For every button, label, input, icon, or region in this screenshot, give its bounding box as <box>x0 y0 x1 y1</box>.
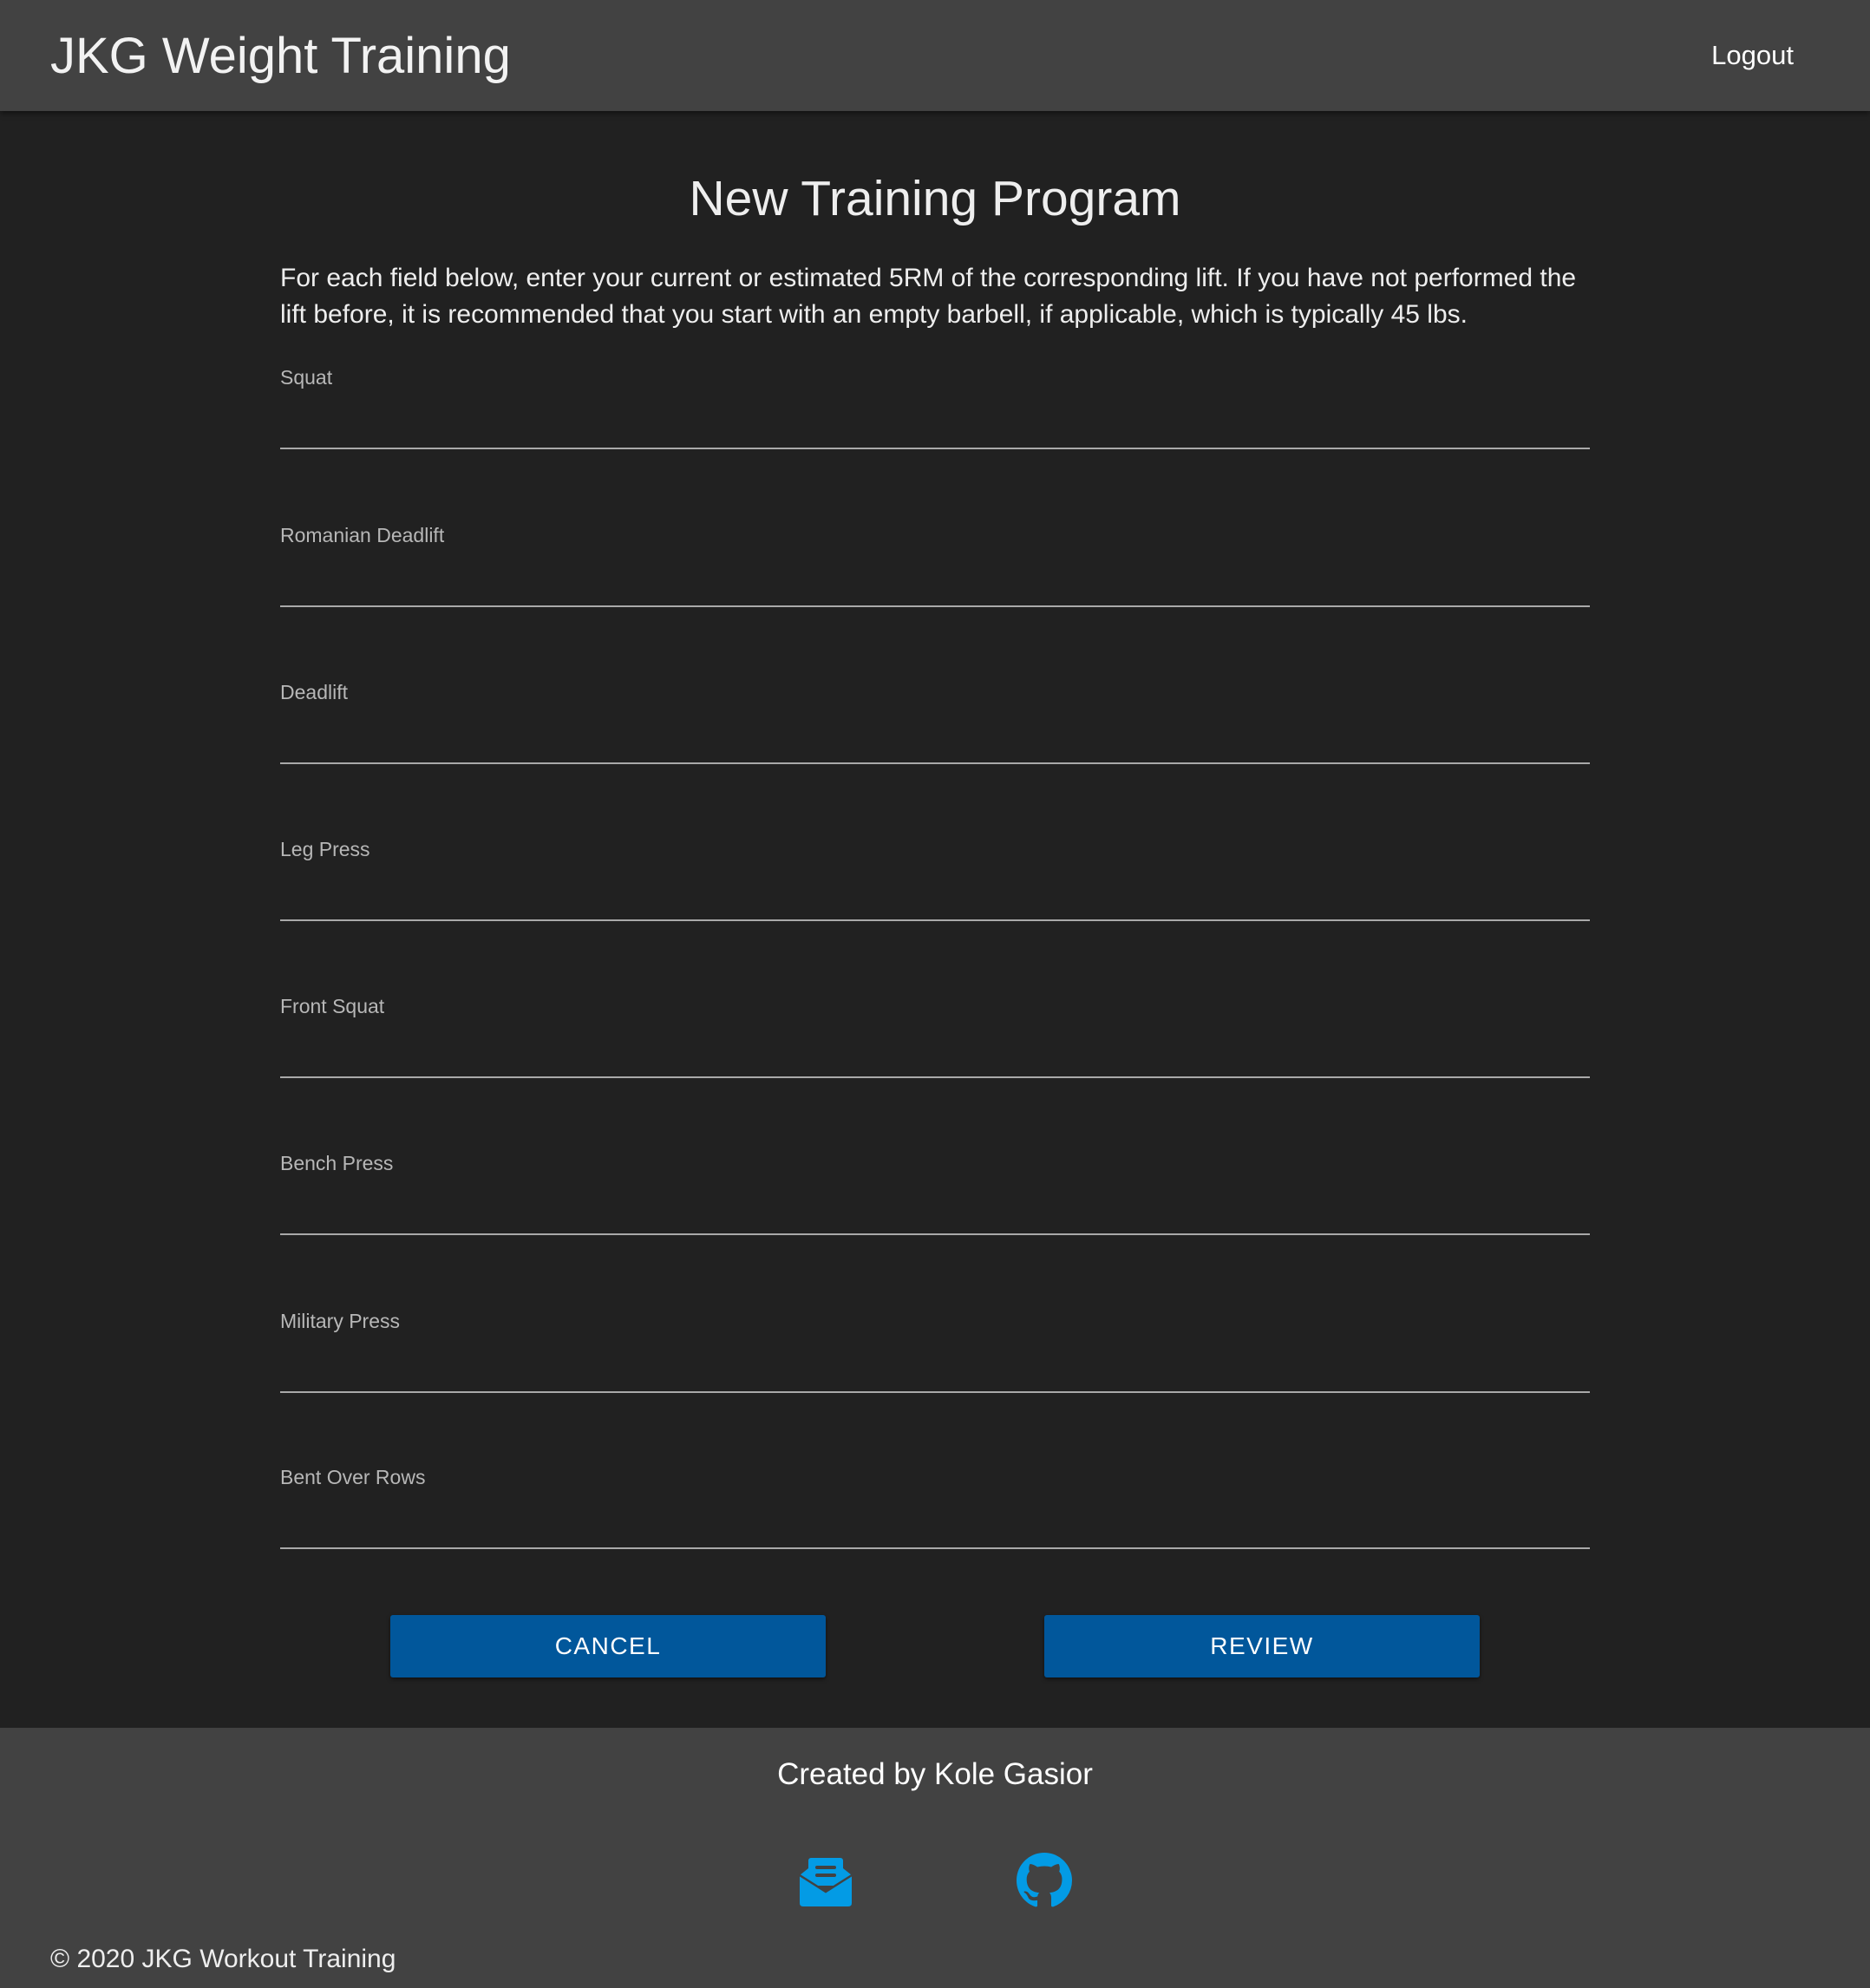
military-press-input[interactable] <box>280 1344 1590 1393</box>
deadlift-input[interactable] <box>280 716 1590 764</box>
deadlift-label: Deadlift <box>280 681 348 703</box>
deadlift-field: Deadlift <box>280 679 1590 775</box>
front-squat-field: Front Squat <box>280 993 1590 1089</box>
bench-press-field: Bench Press <box>280 1150 1590 1246</box>
romanian-deadlift-field: Romanian Deadlift <box>280 522 1590 618</box>
romanian-deadlift-input[interactable] <box>280 559 1590 607</box>
footer-credit: Created by Kole Gasior <box>777 1757 1093 1791</box>
app-footer: Created by Kole Gasior © 2020 JKG Workou… <box>0 1728 1870 1988</box>
bent-over-rows-label: Bent Over Rows <box>280 1466 426 1488</box>
intro-text: For each field below, enter your current… <box>280 264 1577 329</box>
romanian-deadlift-label: Romanian Deadlift <box>280 524 445 546</box>
bent-over-rows-field: Bent Over Rows <box>280 1464 1590 1560</box>
bench-press-label: Bench Press <box>280 1152 394 1174</box>
military-press-label: Military Press <box>280 1310 401 1332</box>
email-icon[interactable] <box>798 1853 853 1908</box>
review-button[interactable]: REVIEW <box>1044 1615 1480 1677</box>
main-content: New Training Program For each field belo… <box>0 111 1870 1728</box>
cancel-button[interactable]: CANCEL <box>390 1615 826 1677</box>
logout-link[interactable]: Logout <box>1711 38 1794 73</box>
squat-input[interactable] <box>280 401 1590 449</box>
leg-press-field: Leg Press <box>280 836 1590 932</box>
squat-label: Squat <box>280 366 333 389</box>
leg-press-input[interactable] <box>280 873 1590 921</box>
page-title: New Training Program <box>689 171 1181 226</box>
front-squat-label: Front Squat <box>280 995 385 1017</box>
bench-press-input[interactable] <box>280 1187 1590 1235</box>
app-title: JKG Weight Training <box>50 28 511 84</box>
github-icon[interactable] <box>1017 1853 1072 1908</box>
military-press-field: Military Press <box>280 1308 1590 1403</box>
leg-press-label: Leg Press <box>280 838 370 860</box>
app-header: JKG Weight Training Logout <box>0 0 1870 111</box>
copyright: © 2020 JKG Workout Training <box>50 1945 396 1973</box>
bent-over-rows-input[interactable] <box>280 1501 1590 1549</box>
front-squat-input[interactable] <box>280 1030 1590 1078</box>
squat-field: Squat <box>280 364 1590 460</box>
